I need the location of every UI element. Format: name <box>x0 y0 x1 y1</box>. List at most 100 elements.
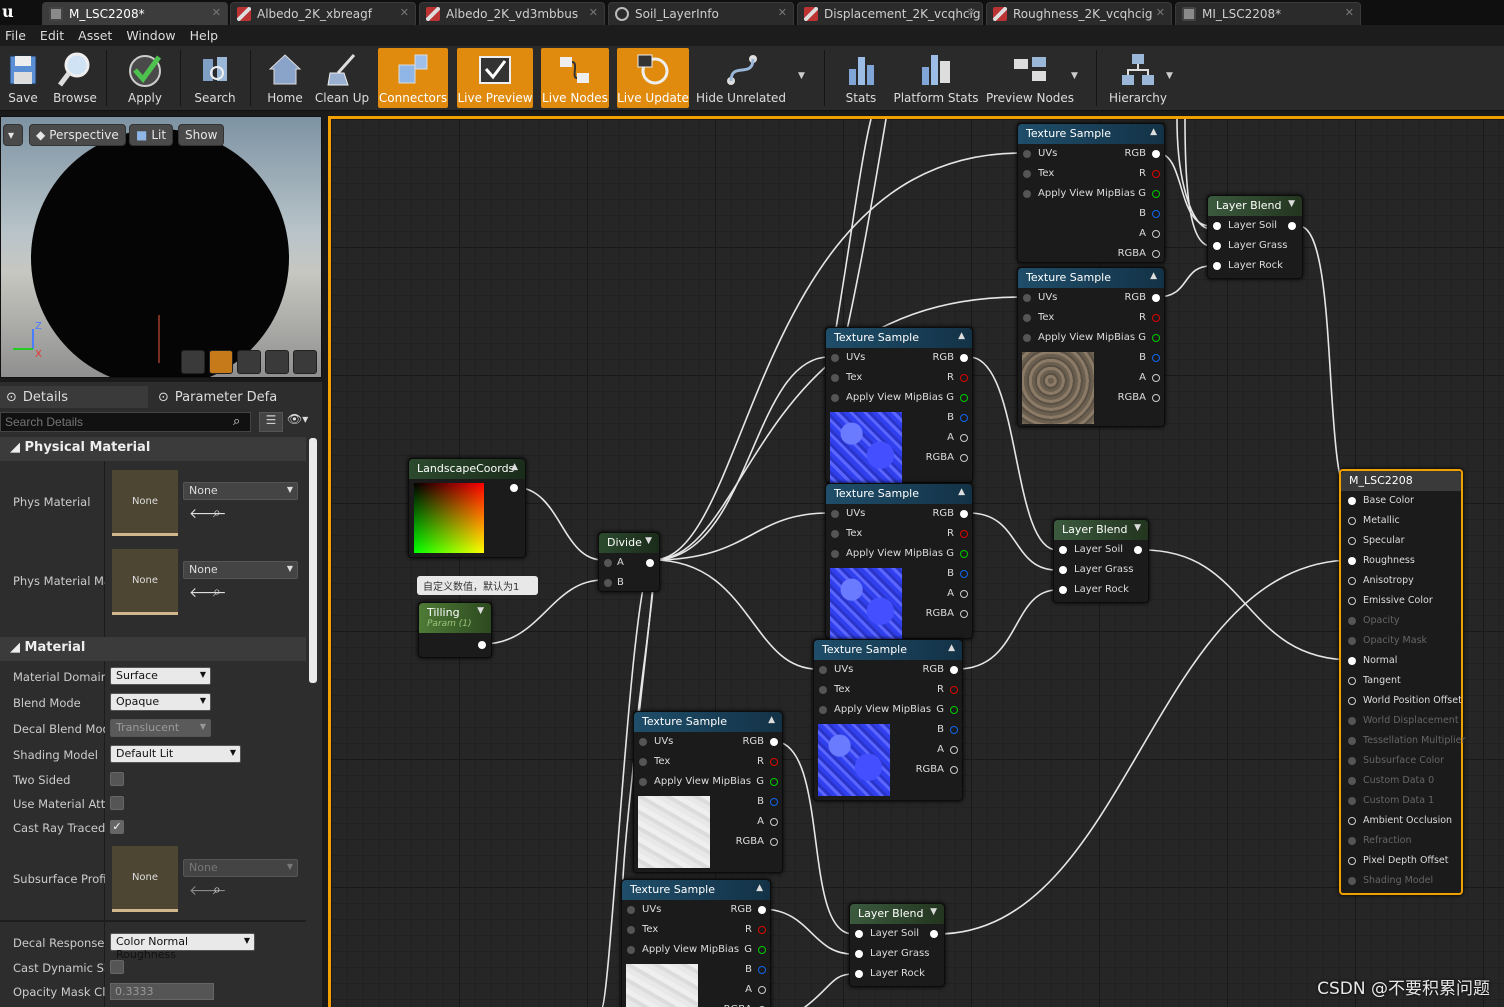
menu-edit[interactable]: Edit <box>35 25 73 46</box>
output-pin[interactable] <box>770 818 778 826</box>
output-pin[interactable] <box>960 510 968 518</box>
hide-unrelated-button[interactable]: Hide Unrelated <box>696 48 786 108</box>
browse-search-icon[interactable]: ⌕ <box>213 584 221 600</box>
collapse-icon[interactable]: ▲ <box>1150 127 1157 137</box>
perspective-button[interactable]: ◆ Perspective <box>29 124 126 146</box>
input-pin[interactable] <box>1348 557 1356 565</box>
output-pin[interactable] <box>960 590 968 598</box>
collapse-icon[interactable]: ▲ <box>958 487 965 497</box>
hierarchy-button[interactable]: Hierarchy <box>1108 48 1168 108</box>
tab-parameter-defaults[interactable]: ⊙Parameter Defaults <box>152 386 278 408</box>
input-pin[interactable] <box>1348 597 1356 605</box>
input-pin[interactable] <box>1348 637 1356 645</box>
output-pin[interactable] <box>758 966 766 974</box>
input-pin[interactable] <box>1348 857 1356 865</box>
output-pin[interactable] <box>510 484 518 492</box>
use-selected-arrow-icon[interactable]: 🡐 <box>189 882 227 899</box>
input-pin[interactable] <box>1348 777 1356 785</box>
close-icon[interactable]: ✕ <box>589 6 598 19</box>
output-pin[interactable] <box>1152 190 1160 198</box>
input-pin[interactable] <box>1348 677 1356 685</box>
output-pin[interactable] <box>960 394 968 402</box>
input-pin-b[interactable] <box>604 579 612 587</box>
close-icon[interactable]: ✕ <box>1345 6 1354 19</box>
node-texture-sample[interactable]: Texture Sample ▲ UVs Tex Apply View MipBias R… <box>1017 267 1165 427</box>
input-pin[interactable] <box>819 686 827 694</box>
phys-material-mask-combo[interactable]: None <box>183 561 298 579</box>
node-header[interactable]: Texture Sample ▲ <box>622 880 770 900</box>
material-domain-combo[interactable]: Surface <box>110 667 211 685</box>
node-header[interactable]: Texture Sample ▲ <box>1018 124 1164 144</box>
output-pin[interactable] <box>1152 374 1160 382</box>
output-pin[interactable] <box>770 738 778 746</box>
live-update-button[interactable]: Live Update <box>617 48 689 108</box>
preview-nodes-button[interactable]: Preview Nodes <box>986 48 1074 108</box>
input-pin[interactable] <box>1059 546 1067 554</box>
close-icon[interactable]: ✕ <box>1156 6 1165 19</box>
input-pin[interactable] <box>1348 757 1356 765</box>
menu-window[interactable]: Window <box>121 25 184 46</box>
output-pin[interactable] <box>950 706 958 714</box>
output-pin[interactable] <box>1152 354 1160 362</box>
input-pin[interactable] <box>855 970 863 978</box>
input-pin[interactable] <box>1059 586 1067 594</box>
tab-m-lsc2208[interactable]: M_LSC2208* ✕ <box>42 2 228 25</box>
node-tilling-param[interactable]: Tilling Param (1) ▼ <box>418 602 492 658</box>
chevron-down-icon[interactable]: ▼ <box>798 71 805 81</box>
collapse-icon[interactable]: ▲ <box>768 715 775 725</box>
output-pin[interactable] <box>950 746 958 754</box>
collapse-icon[interactable]: ▲ <box>948 643 955 653</box>
phys-material-combo[interactable]: None <box>183 482 298 500</box>
input-pin[interactable] <box>831 354 839 362</box>
tab-roughness[interactable]: Roughness_2K_vcqhcig ✕ <box>986 2 1172 25</box>
output-pin[interactable] <box>758 926 766 934</box>
node-texture-sample[interactable]: Texture Sample ▲ UVs Tex Apply View MipBias R… <box>813 639 963 801</box>
input-pin[interactable] <box>1348 697 1356 705</box>
output-pin[interactable] <box>758 946 766 954</box>
node-header[interactable]: Texture Sample ▲ <box>634 712 782 732</box>
collapse-icon[interactable]: ▲ <box>1150 271 1157 281</box>
input-pin[interactable] <box>831 394 839 402</box>
input-pin[interactable] <box>1023 294 1031 302</box>
node-header[interactable]: Texture Sample ▲ <box>826 484 972 504</box>
plane-preview-icon[interactable] <box>237 350 261 374</box>
output-pin[interactable] <box>1152 170 1160 178</box>
node-layer-blend[interactable]: Layer Blend ▼ Layer Soil Layer Grass Layer R… <box>849 903 945 987</box>
input-pin[interactable] <box>831 530 839 538</box>
input-pin[interactable] <box>819 666 827 674</box>
tab-albedo-xbreagf[interactable]: Albedo_2K_xbreagf ✕ <box>230 2 416 25</box>
output-pin[interactable] <box>770 778 778 786</box>
input-pin[interactable] <box>1348 817 1356 825</box>
output-pin[interactable] <box>960 530 968 538</box>
node-texture-sample[interactable]: Texture Sample ▲ UVs Tex Apply View MipBias R… <box>633 711 783 873</box>
input-pin[interactable] <box>1348 577 1356 585</box>
output-pin[interactable] <box>960 570 968 578</box>
output-pin[interactable] <box>1134 546 1142 554</box>
input-pin[interactable] <box>627 946 635 954</box>
live-preview-button[interactable]: Live Preview <box>457 48 533 108</box>
input-pin[interactable] <box>639 778 647 786</box>
output-pin[interactable] <box>960 354 968 362</box>
collapse-icon[interactable]: ▼ <box>645 536 652 546</box>
tab-albedo-vd3mbbus[interactable]: Albedo_2K_vd3mbbus ✕ <box>419 2 605 25</box>
output-pin[interactable] <box>1152 394 1160 402</box>
input-pin[interactable] <box>1023 314 1031 322</box>
opacity-mask-clip-field[interactable]: 0.3333 <box>110 983 214 1000</box>
node-material-output[interactable]: M_LSC2208 Base Color Metallic Specular Roug… <box>1339 469 1465 895</box>
shading-model-combo[interactable]: Default Lit <box>110 745 241 763</box>
details-scrollbar[interactable] <box>309 438 317 683</box>
show-button[interactable]: Show <box>178 124 225 146</box>
tab-mi-lsc2208[interactable]: MI_LSC2208* ✕ <box>1175 2 1361 25</box>
collapse-icon[interactable]: ▲ <box>511 462 518 472</box>
use-selected-arrow-icon[interactable]: 🡐 <box>189 505 227 522</box>
preview-viewport[interactable]: ▾ ◆ Perspective ■ Lit Show ZX <box>0 116 322 378</box>
output-pin[interactable] <box>1152 334 1160 342</box>
output-pin[interactable] <box>950 766 958 774</box>
close-icon[interactable]: ✕ <box>967 6 976 19</box>
browse-search-icon[interactable]: ⌕ <box>213 505 221 521</box>
input-pin[interactable] <box>831 550 839 558</box>
close-icon[interactable]: ✕ <box>400 6 409 19</box>
input-pin[interactable] <box>1348 517 1356 525</box>
node-texture-sample[interactable]: Texture Sample ▲ UVs Tex Apply View MipBias R… <box>621 879 771 1007</box>
node-header[interactable]: Layer Blend ▼ <box>1054 520 1148 540</box>
